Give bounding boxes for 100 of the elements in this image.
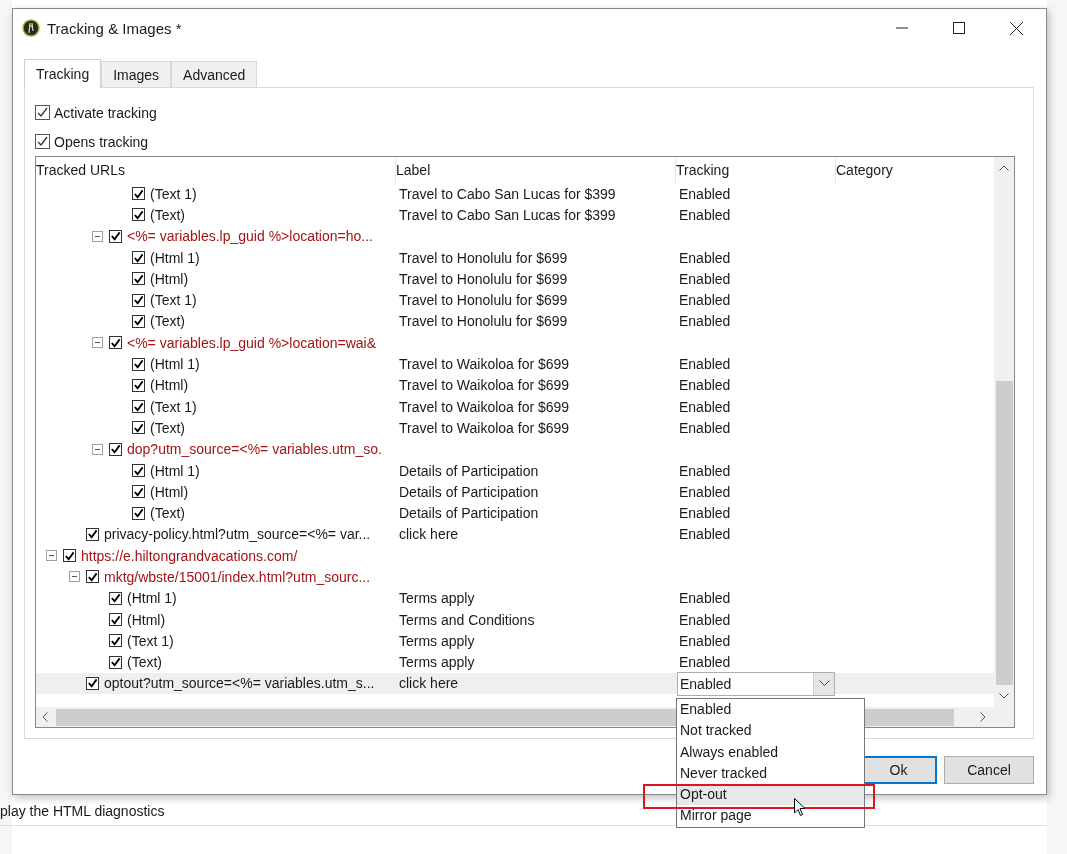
table-cell: Enabled (679, 632, 731, 649)
tracking-dropdown[interactable]: Enabled (677, 671, 835, 696)
url-text: privacy-policy.html?utm_source=<%= var... (104, 526, 371, 543)
column-header[interactable]: Tracking (676, 157, 836, 183)
url-text: mktg/wbste/15001/index.html?utm_sourc... (104, 569, 371, 585)
table-cell: Travel to Cabo San Lucas for $399 (399, 185, 616, 202)
close-icon[interactable] (1010, 21, 1023, 35)
url-text: (Html) (150, 483, 189, 500)
column-header[interactable]: Category (836, 157, 994, 183)
checkbox[interactable] (109, 229, 122, 243)
table-cell: Enabled (679, 590, 731, 607)
tab[interactable]: Images (101, 61, 172, 87)
checkbox[interactable] (109, 634, 122, 648)
table-cell: Enabled (679, 185, 731, 202)
scroll-right-icon[interactable] (980, 712, 986, 722)
checkbox[interactable] (35, 134, 50, 149)
tab[interactable]: Advanced (171, 61, 258, 87)
table-cell: Terms and Conditions (399, 611, 535, 628)
url-text: <%= variables.lp_guid %>location=wai& (127, 334, 377, 351)
checkbox[interactable] (109, 655, 122, 669)
table-cell: Enabled (679, 356, 731, 372)
url-text: dop?utm_source=<%= variables.utm_so. (127, 441, 382, 458)
checkbox[interactable] (132, 378, 145, 392)
checkbox[interactable] (132, 485, 145, 499)
checkbox[interactable] (109, 613, 122, 627)
checkbox[interactable] (35, 105, 50, 120)
url-text: https://e.hiltongrandvacations.com/ (81, 547, 298, 564)
collapse-icon[interactable] (92, 337, 103, 349)
url-text: (Html) (127, 611, 166, 628)
url-text: (Text 1) (150, 292, 197, 309)
table-cell: Enabled (679, 526, 731, 543)
dropdown-option[interactable]: Mirror page (677, 805, 864, 827)
checkbox-label: Activate tracking (54, 104, 157, 121)
checkbox[interactable] (132, 208, 145, 222)
dropdown-option[interactable]: Enabled (677, 699, 864, 721)
table-cell: Travel to Waikoloa for $699 (399, 377, 570, 394)
scroll-left-icon[interactable] (42, 712, 48, 722)
collapse-icon[interactable] (92, 230, 103, 242)
checkbox[interactable] (132, 400, 145, 414)
url-text: (Html) (150, 270, 189, 287)
table-cell: Travel to Honolulu for $699 (399, 249, 568, 266)
table-cell: Details of Participation (399, 505, 539, 522)
table-cell: Terms apply (399, 654, 475, 671)
checkbox[interactable] (86, 676, 99, 690)
table-cell: Enabled (679, 462, 731, 479)
table-cell: Enabled (679, 270, 731, 287)
checkbox[interactable] (109, 591, 122, 605)
checkbox[interactable] (86, 527, 99, 541)
url-text: (Html 1) (150, 249, 200, 266)
table-cell: Enabled (679, 377, 731, 394)
cursor-icon (794, 798, 806, 817)
checkbox[interactable] (132, 464, 145, 477)
checkbox[interactable] (132, 506, 145, 520)
checkbox[interactable] (109, 442, 122, 456)
checkbox[interactable] (132, 357, 145, 371)
table-cell: Travel to Honolulu for $699 (399, 313, 568, 330)
collapse-icon[interactable] (46, 550, 57, 562)
url-text: (Text) (150, 313, 185, 330)
table-cell: Enabled (679, 313, 731, 330)
dropdown-option[interactable]: Opt-out (677, 784, 864, 806)
window-title: Tracking & Images * (47, 19, 182, 37)
checkbox[interactable] (132, 187, 145, 201)
scroll-up-icon[interactable] (999, 165, 1009, 171)
collapse-icon[interactable] (92, 443, 103, 455)
checkbox[interactable] (132, 251, 145, 265)
table-cell: Enabled (679, 398, 731, 415)
table-cell: Enabled (679, 611, 731, 628)
url-text: (Text 1) (127, 632, 174, 649)
checkbox[interactable] (132, 314, 145, 328)
checkbox[interactable] (132, 272, 145, 286)
url-text: (Text 1) (150, 398, 197, 415)
checkbox[interactable] (132, 421, 145, 435)
table-cell: Travel to Honolulu for $699 (399, 270, 568, 287)
chevron-down-icon (818, 680, 830, 688)
checkbox[interactable] (132, 293, 145, 307)
collapse-icon[interactable] (69, 571, 80, 583)
checkbox[interactable] (63, 549, 76, 563)
column-header[interactable]: Label (396, 157, 676, 183)
checkbox[interactable] (109, 336, 122, 350)
table-cell: Details of Participation (399, 483, 539, 500)
table-cell: click here (399, 675, 459, 692)
checkbox[interactable] (86, 570, 99, 584)
url-text: (Html 1) (150, 462, 200, 479)
table-cell: Travel to Cabo San Lucas for $399 (399, 206, 616, 223)
url-text: (Html 1) (127, 590, 177, 607)
table-cell: click here (399, 526, 459, 543)
app-icon (22, 19, 40, 37)
tab[interactable]: Tracking (24, 59, 102, 88)
url-text: (Text) (150, 419, 185, 436)
table-cell: Enabled (679, 419, 731, 436)
dialog-button[interactable]: Cancel (944, 756, 1034, 784)
table-cell: Travel to Waikoloa for $699 (399, 356, 570, 372)
maximize-icon[interactable] (953, 22, 965, 34)
table-cell: Enabled (679, 654, 731, 671)
dropdown-option[interactable]: Not tracked (677, 720, 864, 742)
vertical-scrollbar[interactable] (994, 157, 1014, 707)
column-header[interactable]: Tracked URLs (36, 157, 396, 183)
table-cell: Travel to Waikoloa for $699 (399, 419, 570, 436)
scroll-down-icon[interactable] (999, 693, 1009, 699)
url-text: <%= variables.lp_guid %>location=ho... (127, 228, 373, 245)
